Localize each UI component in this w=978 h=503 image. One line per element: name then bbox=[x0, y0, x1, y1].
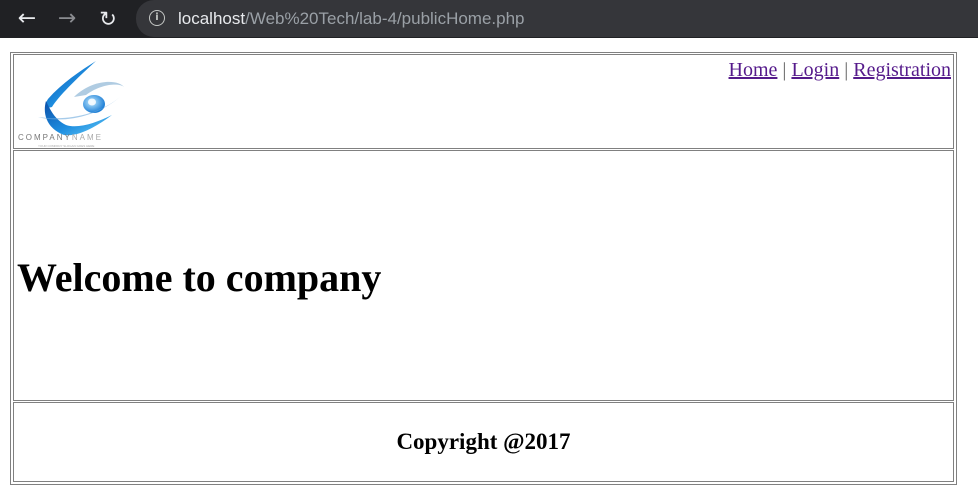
registration-link[interactable]: Registration bbox=[853, 59, 951, 81]
header-cell: COMPANYNAME YOUR COMPANY SLOGAN GOES HER… bbox=[13, 54, 954, 149]
browser-toolbar: ← → ↻ i localhost/Web%20Tech/lab-4/publi… bbox=[0, 0, 978, 38]
footer-cell: Copyright @2017 bbox=[13, 402, 954, 482]
url-host: localhost bbox=[178, 9, 246, 28]
page-layout-table: COMPANYNAME YOUR COMPANY SLOGAN GOES HER… bbox=[10, 52, 957, 485]
logo-company-name: COMPANYNAME bbox=[18, 133, 103, 142]
copyright-text: Copyright @2017 bbox=[396, 429, 571, 454]
back-arrow-icon[interactable]: ← bbox=[15, 7, 39, 31]
main-cell: Welcome to company bbox=[13, 150, 954, 401]
address-bar[interactable]: i localhost/Web%20Tech/lab-4/publicHome.… bbox=[136, 0, 978, 37]
url-text[interactable]: localhost/Web%20Tech/lab-4/publicHome.ph… bbox=[178, 9, 525, 29]
company-logo: COMPANYNAME YOUR COMPANY SLOGAN GOES HER… bbox=[18, 61, 124, 148]
home-link[interactable]: Home bbox=[729, 59, 778, 81]
reload-icon[interactable]: ↻ bbox=[96, 7, 120, 31]
nav-separator: | bbox=[844, 59, 849, 81]
url-path: /Web%20Tech/lab-4/publicHome.php bbox=[245, 9, 525, 28]
nav-separator: | bbox=[782, 59, 787, 81]
top-navigation: Home | Login | Registration bbox=[729, 59, 951, 82]
forward-arrow-icon[interactable]: → bbox=[55, 7, 79, 31]
welcome-heading: Welcome to company bbox=[17, 255, 382, 300]
login-link[interactable]: Login bbox=[791, 59, 839, 81]
logo-tagline: YOUR COMPANY SLOGAN GOES HERE bbox=[38, 144, 94, 148]
site-info-icon[interactable]: i bbox=[149, 10, 165, 26]
